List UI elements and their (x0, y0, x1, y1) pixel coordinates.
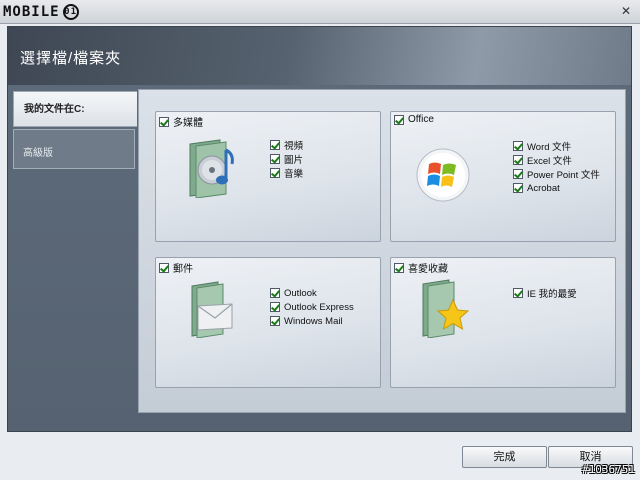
list-item[interactable]: 圖片 (270, 153, 304, 166)
group-favorites: 喜愛收藏 IE 我的最愛 (390, 257, 616, 388)
sidebar-item-my-documents[interactable]: 我的文件在C: (13, 91, 137, 127)
group-title: Office (408, 114, 434, 125)
group-header[interactable]: 喜愛收藏 (394, 260, 448, 275)
group-header[interactable]: Office (394, 114, 434, 125)
list-item[interactable]: Word 文件 (513, 140, 600, 153)
list-item[interactable]: 視頻 (270, 139, 304, 152)
multimedia-checkbox[interactable] (159, 116, 169, 127)
item-label: Outlook (284, 287, 317, 299)
item-checkbox[interactable] (270, 302, 280, 312)
group-mail: 郵件 Outlook Outlook Express Windows Mail (155, 257, 381, 388)
sidebar-item-advanced[interactable]: 高級版 (13, 129, 135, 169)
item-checkbox[interactable] (513, 183, 523, 193)
mail-checkbox[interactable] (159, 262, 169, 273)
list-item[interactable]: 音樂 (270, 167, 304, 180)
list-item[interactable]: Outlook Express (270, 301, 354, 313)
content-area: 多媒體 視頻 圖片 音樂 Office Word 文件 Excel 文件 Pow… (138, 89, 626, 413)
office-checkbox[interactable] (394, 114, 404, 125)
list-item[interactable]: Windows Mail (270, 315, 354, 327)
item-checkbox[interactable] (513, 169, 523, 179)
item-checkbox[interactable] (270, 168, 280, 178)
item-checkbox[interactable] (270, 288, 280, 298)
item-label: Outlook Express (284, 301, 354, 313)
favorites-folder-icon (419, 278, 473, 341)
item-label: Windows Mail (284, 315, 343, 327)
watermark: #1036751 (582, 463, 635, 476)
group-multimedia: 多媒體 視頻 圖片 音樂 (155, 111, 381, 242)
group-title: 郵件 (173, 264, 193, 275)
item-label: Word 文件 (527, 142, 572, 153)
favorites-checkbox[interactable] (394, 262, 404, 273)
sidebar-item-label: 高級版 (23, 148, 53, 159)
sidebar-item-label: 我的文件在C: (24, 104, 85, 115)
group-title: 喜愛收藏 (408, 264, 448, 275)
office-item-list: Word 文件 Excel 文件 Power Point 文件 Acrobat (513, 140, 600, 194)
finish-button[interactable]: 完成 (462, 446, 547, 468)
group-office: Office Word 文件 Excel 文件 Power Point 文件 A… (390, 111, 616, 242)
multimedia-item-list: 視頻 圖片 音樂 (270, 139, 304, 180)
item-label: IE 我的最愛 (527, 289, 577, 300)
item-label: 圖片 (284, 155, 304, 166)
item-checkbox[interactable] (270, 154, 280, 164)
list-item[interactable]: Excel 文件 (513, 154, 600, 167)
favorites-item-list: IE 我的最愛 (513, 287, 577, 300)
main-panel: 選擇檔/檔案夾 我的文件在C: 高級版 多媒體 視頻 圖片 音樂 Office … (7, 26, 632, 432)
close-button[interactable]: ✕ (618, 4, 634, 19)
item-checkbox[interactable] (513, 155, 523, 165)
mail-folder-icon (188, 280, 238, 341)
item-label: Acrobat (527, 182, 560, 194)
mobile01-logo: MOBILE 01 (3, 3, 79, 21)
item-label: Excel 文件 (527, 156, 572, 167)
item-checkbox[interactable] (513, 141, 523, 151)
mail-item-list: Outlook Outlook Express Windows Mail (270, 287, 354, 327)
item-checkbox[interactable] (513, 288, 523, 298)
item-label: Power Point 文件 (527, 170, 600, 181)
list-item[interactable]: Outlook (270, 287, 354, 299)
item-label: 視頻 (284, 141, 304, 152)
item-checkbox[interactable] (270, 316, 280, 326)
logo-text: MOBILE (3, 4, 60, 20)
media-folder-icon (186, 138, 240, 201)
page-title: 選擇檔/檔案夾 (20, 50, 122, 67)
windows-logo-icon (415, 147, 471, 206)
item-checkbox[interactable] (270, 140, 280, 150)
list-item[interactable]: Acrobat (513, 182, 600, 194)
group-header[interactable]: 郵件 (159, 260, 193, 275)
item-label: 音樂 (284, 169, 304, 180)
list-item[interactable]: Power Point 文件 (513, 168, 600, 181)
group-header[interactable]: 多媒體 (159, 114, 203, 129)
title-bar: MOBILE 01 ✕ (0, 0, 640, 24)
group-title: 多媒體 (173, 118, 203, 129)
logo-mark: 01 (62, 4, 79, 20)
header-band: 選擇檔/檔案夾 (8, 27, 631, 85)
list-item[interactable]: IE 我的最愛 (513, 287, 577, 300)
